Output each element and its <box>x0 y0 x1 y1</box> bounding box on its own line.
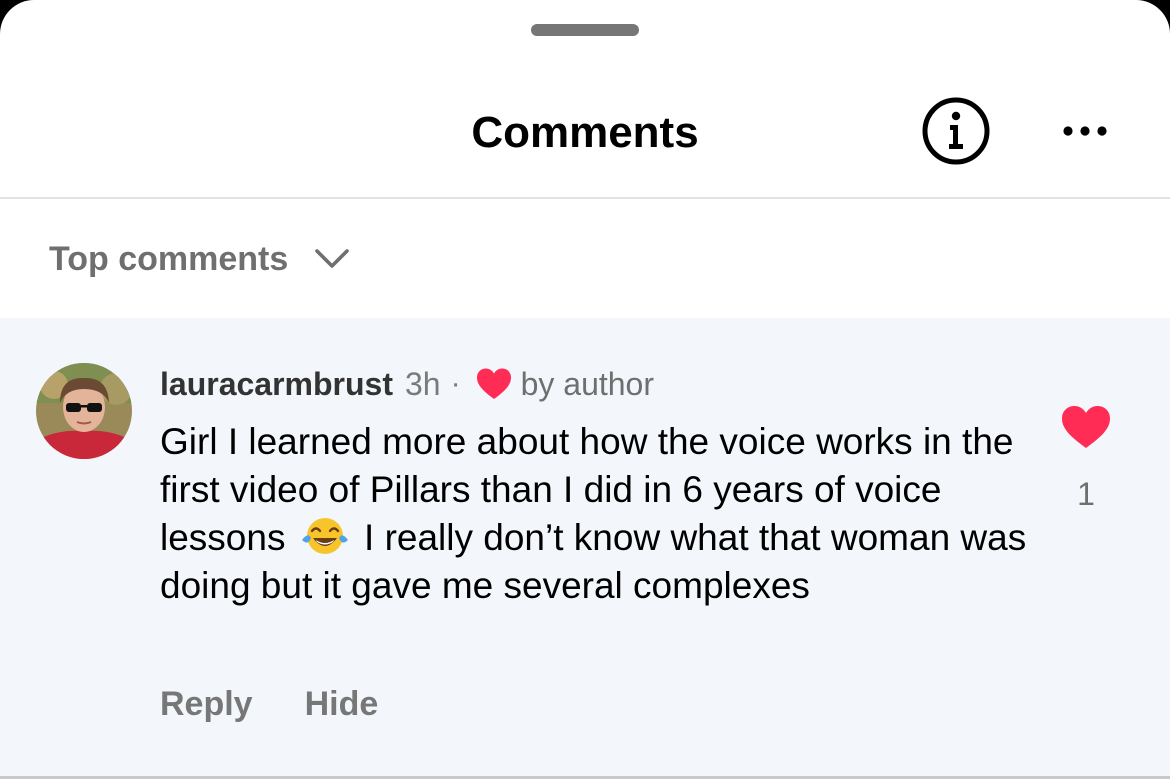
like-count: 1 <box>1077 476 1095 512</box>
comments-sheet: Comments Top comments lauracarmbrust 3h … <box>0 0 1170 779</box>
sort-label: Top comments <box>49 240 289 278</box>
header-divider <box>0 197 1170 199</box>
avatar[interactable] <box>36 363 132 459</box>
reply-button[interactable]: Reply <box>160 685 253 724</box>
comment-text-part-2: I really don’t know what that woman was … <box>160 517 1027 606</box>
comment-username[interactable]: lauracarmbrust <box>160 366 393 403</box>
info-circle-icon[interactable] <box>921 96 991 166</box>
comment-text: Girl I learned more about how the voice … <box>160 418 1030 610</box>
comment-actions: Reply Hide <box>160 682 378 726</box>
face-with-tears-of-joy-icon <box>301 518 348 554</box>
chevron-down-icon <box>315 249 350 268</box>
sort-dropdown[interactable]: Top comments <box>49 236 350 282</box>
comment-meta: lauracarmbrust 3h · by author <box>160 364 654 404</box>
sheet-drag-handle[interactable] <box>531 24 639 36</box>
meta-separator: · <box>450 367 461 400</box>
more-horizontal-icon[interactable] <box>1060 116 1110 146</box>
comment-item: lauracarmbrust 3h · by author Girl I lea… <box>0 318 1170 779</box>
heart-icon[interactable] <box>1060 404 1112 450</box>
hide-button[interactable]: Hide <box>305 685 379 724</box>
heart-icon <box>476 368 511 399</box>
liked-by-author-label: by author <box>520 365 654 402</box>
page-title: Comments <box>471 108 699 157</box>
comment-timestamp: 3h <box>404 365 441 402</box>
